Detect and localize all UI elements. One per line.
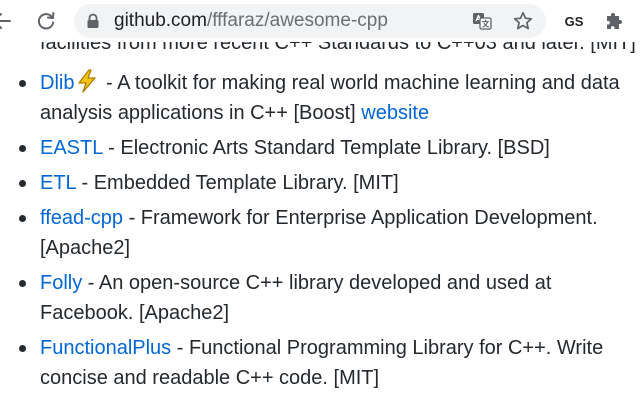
back-button[interactable] [0,5,18,37]
dlib-desc-line2: analysis applications in C++ [Boost] [40,102,362,124]
browser-toolbar: github.com/fffaraz/awesome-cpp GS [0,0,640,42]
star-icon[interactable] [512,10,534,32]
arrow-back-icon [0,13,11,29]
link-ffead-cpp[interactable]: ffead-cpp [40,207,123,229]
url-text[interactable]: github.com/fffaraz/awesome-cpp [114,9,388,33]
translate-icon[interactable] [472,12,492,30]
bullet-dot [19,145,26,152]
url-host: github.com [114,10,207,31]
extensions-button[interactable] [598,5,630,37]
bullet-dot [19,345,26,352]
reload-icon [37,12,55,30]
list-item-dlib: Dlib - A toolkit for making real world m… [19,68,640,128]
link-dlib-website[interactable]: website [361,102,429,124]
bullet-dot [19,215,26,222]
url-path: /fffaraz/awesome-cpp [206,10,388,31]
list-item-functionalplus: FunctionalPlus - Functional Programming … [19,333,640,393]
dlib-desc-line1: - A toolkit for making real world machin… [100,72,620,94]
bullet-dot [19,80,26,87]
library-list: facilities from more recent C++ Standard… [19,28,640,398]
list-item-ffead-cpp: ffead-cpp - Framework for Enterprise App… [19,203,640,263]
ffead-desc-line2: [Apache2] [40,237,131,259]
eastl-desc: - Electronic Arts Standard Template Libr… [102,137,550,159]
readme-content: facilities from more recent C++ Standard… [0,0,640,400]
bullet-dot [19,280,26,287]
puzzle-icon [607,13,622,29]
lock-icon[interactable] [84,12,102,30]
functionalplus-desc-line1: - Functional Programming Library for C++… [171,337,604,359]
gs-extension-button[interactable]: GS [554,5,594,37]
link-etl[interactable]: ETL [40,172,76,194]
link-folly[interactable]: Folly [40,272,82,294]
link-dlib[interactable]: Dlib [40,72,74,94]
link-functionalplus[interactable]: FunctionalPlus [40,337,171,359]
address-bar[interactable]: github.com/fffaraz/awesome-cpp [74,4,546,38]
link-eastl[interactable]: EASTL [40,137,103,159]
folly-desc-line2: Facebook. [Apache2] [40,302,230,324]
folly-desc-line1: - An open-source C++ library developed a… [82,272,552,294]
list-item-etl: ETL - Embedded Template Library. [MIT] [19,168,640,198]
list-item-eastl: EASTL - Electronic Arts Standard Templat… [19,133,640,163]
functionalplus-desc-line2: concise and readable C++ code. [MIT] [40,367,380,389]
reload-button[interactable] [30,5,62,37]
list-item-folly: Folly - An open-source C++ library devel… [19,268,640,328]
ffead-desc-line1: - Framework for Enterprise Application D… [123,207,598,229]
high-voltage-emoji-icon [78,69,97,93]
etl-desc: - Embedded Template Library. [MIT] [75,172,399,194]
bullet-dot [19,180,26,187]
